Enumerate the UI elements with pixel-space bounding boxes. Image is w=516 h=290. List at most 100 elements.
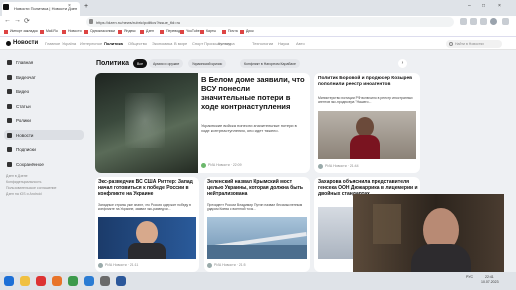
- news-source[interactable]: РИА Новости · 21:11: [105, 263, 138, 267]
- bookmark-item[interactable]: Импорт закладок: [10, 29, 38, 33]
- topnav-item[interactable]: Общество: [128, 41, 147, 46]
- topnav-item[interactable]: В мире: [174, 41, 187, 46]
- sidebar-item[interactable]: Видео: [4, 86, 84, 96]
- news-lead: Западные страны уже знают, что Россия од…: [98, 203, 191, 212]
- news-title[interactable]: Экс-разведчик ВС США Риттер: Запад начал…: [98, 179, 197, 198]
- news-card[interactable]: Экс-разведчик ВС США Риттер: Запад начал…: [95, 177, 199, 272]
- topnav-item[interactable]: Технологии: [252, 41, 273, 46]
- sidebar-footer-link[interactable]: Конфиденциальность: [6, 180, 42, 184]
- section-title: Политика: [96, 60, 130, 67]
- bookmark-item[interactable]: Mail.Ru: [46, 29, 58, 33]
- filter-chip[interactable]: Украинский кризис: [188, 59, 227, 68]
- news-image: [318, 207, 358, 259]
- word-icon[interactable]: [116, 276, 126, 286]
- filter-chip[interactable]: Конфликт в Нагорном Карабахе: [240, 59, 300, 68]
- sidebar-footer-link[interactable]: Пользовательское соглашение: [6, 186, 56, 190]
- bookmarks-icon[interactable]: [480, 18, 487, 25]
- news-title[interactable]: Зеленский назвал Крымский мост целью Укр…: [207, 179, 308, 198]
- explorer-icon[interactable]: [20, 276, 30, 286]
- address-bar[interactable]: https://dzen.ru/news/rubric/politics?iss…: [86, 17, 454, 27]
- bookmark-icon: [7, 161, 12, 167]
- chrome-icon[interactable]: [68, 276, 78, 286]
- downloads-icon[interactable]: [470, 18, 477, 25]
- news-icon: [7, 132, 12, 138]
- start-icon[interactable]: [4, 276, 14, 286]
- files-icon[interactable]: [100, 276, 110, 286]
- tab-close-icon[interactable]: ×: [68, 3, 71, 9]
- topnav-item[interactable]: Культура: [218, 41, 235, 46]
- edge-icon[interactable]: [84, 276, 94, 286]
- bookmark-item[interactable]: Новости: [68, 29, 82, 33]
- new-tab-button[interactable]: +: [84, 3, 88, 10]
- subscriptions-icon: [7, 147, 12, 152]
- bookmark-icon: [40, 30, 44, 34]
- filter-chip[interactable]: Все: [133, 59, 148, 68]
- news-lead: Президент России Владимир Путин назвал б…: [207, 203, 303, 212]
- news-card[interactable]: Политик Боровой и продюсер Козырев попол…: [314, 73, 420, 173]
- minimize-button[interactable]: –: [468, 3, 471, 9]
- topnav-item[interactable]: Авто: [296, 41, 305, 46]
- bookmark-item[interactable]: Перевод: [166, 29, 180, 33]
- sidebar-footer-link[interactable]: Дзен в Дзене: [6, 174, 28, 178]
- topnav-item[interactable]: Интересное: [80, 41, 102, 46]
- filter-chip[interactable]: Армия и оружие: [149, 59, 184, 68]
- home-icon: [7, 60, 12, 65]
- news-card-featured[interactable]: В Белом доме заявили, что ВСУ понесли зн…: [95, 73, 310, 173]
- news-source[interactable]: РИА Новости · 21:5: [214, 263, 246, 267]
- bookmark-icon: [160, 30, 164, 34]
- tray-language[interactable]: РУС: [466, 275, 473, 279]
- bookmark-icon: [180, 30, 184, 34]
- news-card[interactable]: Зеленский назвал Крымский мост целью Укр…: [204, 177, 310, 272]
- bookmark-icon: [200, 30, 204, 34]
- topnav-item[interactable]: Україна: [62, 41, 76, 46]
- news-lead: Украинские войска понесли значительные п…: [201, 123, 297, 133]
- sidebar-item[interactable]: Главная: [4, 57, 84, 67]
- topnav-item[interactable]: Спорт: [192, 41, 203, 46]
- video-chat-icon: [7, 74, 12, 80]
- logo-icon: [6, 41, 11, 46]
- chips-next-button[interactable]: ›: [398, 59, 407, 68]
- bookmark-icon: [62, 30, 66, 34]
- sidebar-footer-link[interactable]: Дзен на iOS и Android: [6, 192, 42, 196]
- bookmark-item[interactable]: Яндекс: [124, 29, 136, 33]
- topnav-item[interactable]: Политика: [104, 41, 123, 46]
- sidebar-item[interactable]: Статьи: [4, 101, 84, 111]
- tray-time[interactable]: 22:41: [485, 275, 494, 279]
- tray-date[interactable]: 10.07.2023: [481, 280, 499, 284]
- topnav-item[interactable]: Главное: [45, 41, 60, 46]
- maximize-button[interactable]: □: [482, 3, 485, 9]
- sidebar-item[interactable]: Сохранённое: [4, 159, 84, 169]
- topnav-item[interactable]: Экономика: [152, 41, 172, 46]
- bookmark-item[interactable]: YouTube: [186, 29, 200, 33]
- bookmark-icon: [140, 30, 144, 34]
- bookmark-item[interactable]: Почта: [228, 29, 238, 33]
- news-source[interactable]: РИА Новости · 22:09: [208, 163, 242, 167]
- search-input[interactable]: Найти в Новостях: [446, 40, 502, 48]
- profile-icon[interactable]: [490, 18, 497, 25]
- bookmark-item[interactable]: Дзен: [146, 29, 154, 33]
- firefox-icon[interactable]: [52, 276, 62, 286]
- bookmark-item[interactable]: Диск: [246, 29, 254, 33]
- news-image: [98, 217, 196, 259]
- news-title[interactable]: В Белом доме заявили, что ВСУ понесли зн…: [201, 75, 306, 112]
- reload-button[interactable]: ⟳: [24, 17, 30, 25]
- menu-icon[interactable]: [502, 18, 509, 25]
- news-title[interactable]: Политик Боровой и продюсер Козырев попол…: [318, 76, 418, 87]
- source-icon: [201, 163, 206, 168]
- bookmark-item[interactable]: Карты: [206, 29, 216, 33]
- sidebar-item[interactable]: Подписки: [4, 144, 84, 154]
- sidebar-item[interactable]: Видеочат: [4, 72, 84, 82]
- magnifier-icon: [449, 42, 453, 46]
- forward-button[interactable]: →: [14, 17, 21, 24]
- sidebar-item[interactable]: Ролики: [4, 115, 84, 125]
- news-source[interactable]: РИА Новости · 21:44: [325, 164, 359, 168]
- close-window-button[interactable]: ×: [498, 3, 501, 9]
- opera-icon[interactable]: [36, 276, 46, 286]
- site-logo[interactable]: Новости: [13, 40, 38, 46]
- topnav-item[interactable]: Наука: [278, 41, 289, 46]
- bookmark-icon: [240, 30, 244, 34]
- extensions-icon[interactable]: [460, 18, 467, 25]
- back-button[interactable]: ←: [4, 17, 11, 24]
- sidebar-item[interactable]: Новости: [4, 129, 84, 140]
- bookmark-item[interactable]: Одноклассники: [90, 29, 115, 33]
